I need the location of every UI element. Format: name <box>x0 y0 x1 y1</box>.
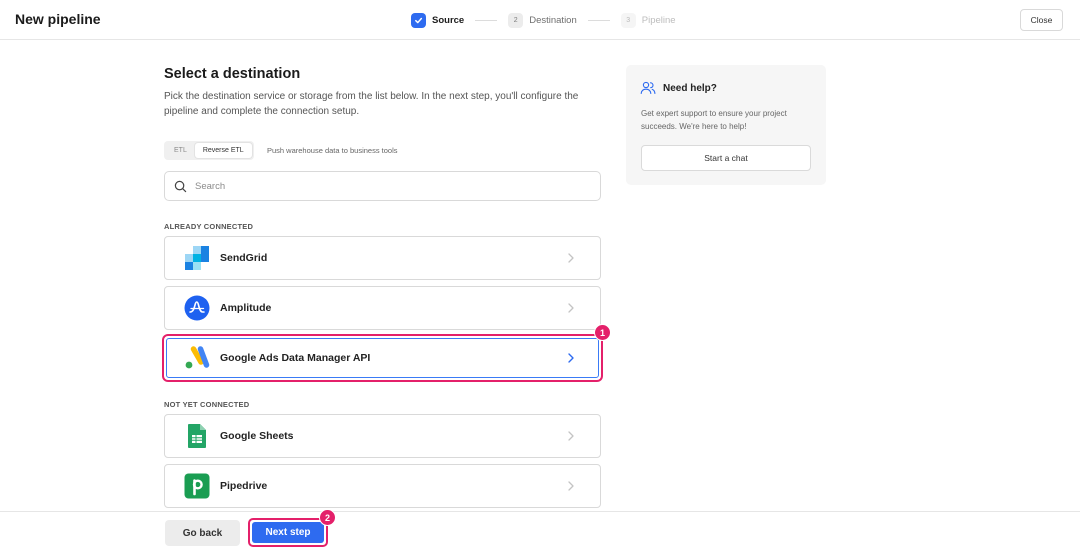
chevron-right-icon <box>566 353 576 363</box>
toggle-option-etl[interactable]: ETL <box>166 143 195 158</box>
destination-item-sendgrid[interactable]: SendGrid <box>164 236 601 280</box>
google-ads-logo-icon <box>184 345 210 371</box>
etl-mode-toggle: ETL Reverse ETL <box>164 141 254 160</box>
step-divider <box>475 19 498 21</box>
google-sheets-logo-icon <box>184 423 210 449</box>
destination-item-amplitude[interactable]: Amplitude <box>164 286 601 330</box>
go-back-button[interactable]: Go back <box>165 520 240 546</box>
annotation-marker-1: 1 <box>594 324 611 341</box>
destination-name: Google Ads Data Manager API <box>220 352 371 364</box>
next-step-highlight: Next step <box>248 518 328 547</box>
people-icon <box>640 81 656 95</box>
search-icon <box>174 180 187 192</box>
not-yet-connected-label: NOT YET CONNECTED <box>164 400 250 409</box>
toggle-description: Push warehouse data to business tools <box>267 146 398 155</box>
chevron-right-icon <box>566 481 576 491</box>
toggle-option-reverse-etl[interactable]: Reverse ETL <box>194 143 252 158</box>
destination-name: Amplitude <box>220 302 272 314</box>
section-heading: Select a destination <box>164 66 301 82</box>
stepper: Source 2 Destination 3 Pipeline <box>411 11 676 29</box>
amplitude-logo-icon <box>184 295 210 321</box>
pipedrive-logo-icon <box>184 473 210 499</box>
step-pipeline: 3 Pipeline <box>620 12 676 28</box>
step-label: Source <box>432 14 465 26</box>
step-number: 2 <box>508 12 524 28</box>
step-label: Destination <box>529 14 577 26</box>
destination-item-google-ads[interactable]: Google Ads Data Manager API <box>164 336 601 380</box>
start-chat-button[interactable]: Start a chat <box>641 145 811 171</box>
header: New pipeline Source 2 Destination 3 Pipe… <box>0 0 1080 40</box>
chevron-right-icon <box>566 303 576 313</box>
step-label: Pipeline <box>641 14 676 26</box>
step-number: 3 <box>620 12 636 28</box>
destination-name: Pipedrive <box>220 480 268 492</box>
help-text: Get expert support to ensure your projec… <box>641 109 787 131</box>
chevron-right-icon <box>566 253 576 263</box>
chevron-right-icon <box>566 431 576 441</box>
destination-item-pipedrive[interactable]: Pipedrive <box>164 464 601 508</box>
search-input[interactable] <box>195 180 575 192</box>
next-step-button[interactable]: Next step <box>252 522 324 543</box>
check-icon <box>411 12 426 28</box>
section-description: Pick the destination service or storage … <box>164 91 579 117</box>
close-button[interactable]: Close <box>1020 9 1063 31</box>
help-title: Need help? <box>663 83 717 94</box>
destination-item-google-sheets[interactable]: Google Sheets <box>164 414 601 458</box>
step-source[interactable]: Source <box>411 12 465 28</box>
destination-name: SendGrid <box>220 252 268 264</box>
footer: Go back Next step <box>0 511 1080 552</box>
destination-name: Google Sheets <box>220 430 294 442</box>
already-connected-label: ALREADY CONNECTED <box>164 222 254 231</box>
annotation-marker-2: 2 <box>319 509 336 526</box>
help-card: Need help? Get expert support to ensure … <box>626 65 826 185</box>
step-destination[interactable]: 2 Destination <box>508 12 577 28</box>
step-divider <box>587 19 610 21</box>
page-title: New pipeline <box>15 11 101 27</box>
sendgrid-logo-icon <box>184 245 210 271</box>
search-box <box>164 171 601 201</box>
